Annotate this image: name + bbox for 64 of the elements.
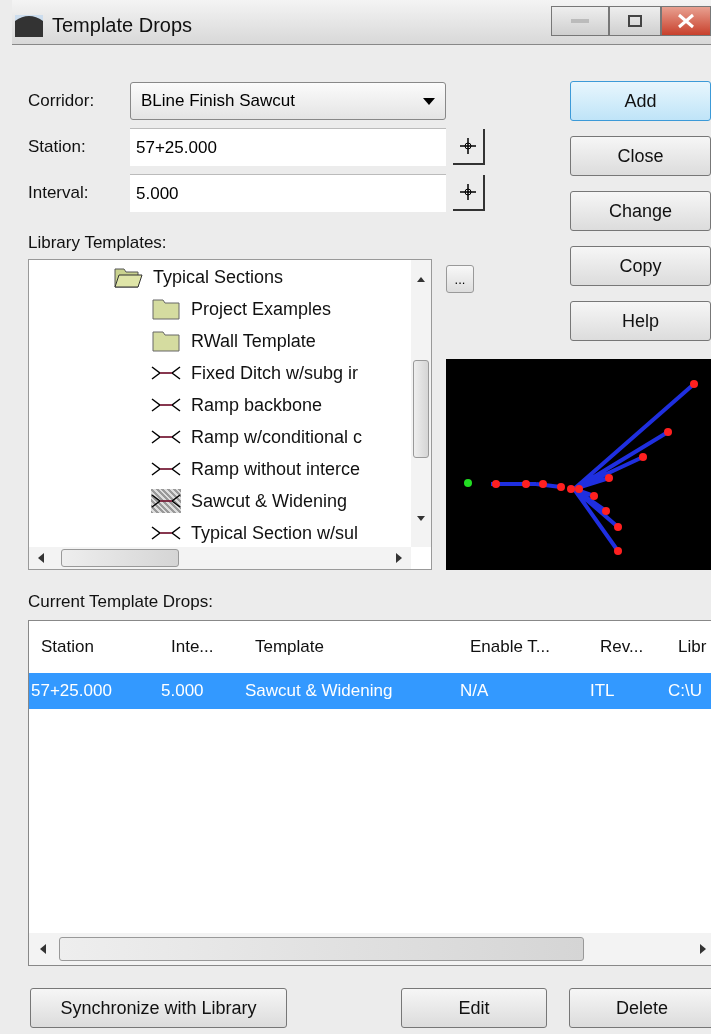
horizontal-scrollbar[interactable] <box>29 547 411 569</box>
crosshair-icon <box>457 135 479 157</box>
scrollbar-thumb[interactable] <box>61 549 179 567</box>
tree-item[interactable]: Fixed Ditch w/subg ir <box>113 357 411 389</box>
dialog-button[interactable]: Change <box>570 191 711 231</box>
dialog-button[interactable]: Close <box>570 136 711 176</box>
column-header[interactable]: Station <box>29 637 159 657</box>
dialog-button[interactable]: Copy <box>570 246 711 286</box>
scroll-right-icon[interactable] <box>699 944 707 954</box>
scroll-left-icon[interactable] <box>37 553 45 563</box>
scrollbar-thumb[interactable] <box>59 937 584 961</box>
field-label: Interval: <box>28 183 90 203</box>
tree-item[interactable]: RWall Template <box>113 325 411 357</box>
browse-button[interactable]: ... <box>446 265 474 293</box>
tree-item[interactable]: Ramp w/conditional c <box>113 421 411 453</box>
table-cell-text: N/A <box>459 681 490 701</box>
table-cell-text: 5.000 <box>160 681 205 701</box>
corridor-dropdown[interactable]: BLine Finish Sawcut <box>130 82 446 120</box>
tree-item[interactable]: Typical Section w/sul <box>113 517 411 547</box>
section-label: Library Templates: <box>28 233 168 253</box>
dialog-button[interactable]: Synchronize with Library <box>30 988 287 1028</box>
folder-icon <box>151 329 181 353</box>
scroll-left-icon[interactable] <box>39 944 47 954</box>
column-header[interactable]: Libr <box>666 637 711 657</box>
open-folder-icon <box>113 265 143 289</box>
pick-button[interactable] <box>453 175 485 211</box>
tree-item[interactable]: Typical Sections <box>113 261 411 293</box>
vertical-scrollbar[interactable] <box>411 260 431 547</box>
interval-field[interactable]: 5.000 <box>130 174 446 212</box>
section-label: Current Template Drops: <box>28 592 214 612</box>
column-header[interactable]: Inte... <box>159 637 243 657</box>
column-header[interactable]: Enable T... <box>458 637 588 657</box>
table-cell-text: ITL <box>589 681 616 701</box>
dialog-button[interactable]: Edit <box>401 988 547 1028</box>
table-cell-text: C:\U <box>667 681 703 701</box>
dialog-button[interactable]: Help <box>570 301 711 341</box>
horizontal-scrollbar[interactable] <box>29 933 711 965</box>
pick-button[interactable] <box>453 129 485 165</box>
field-label: Station: <box>28 137 87 157</box>
column-header[interactable]: Rev... <box>588 637 666 657</box>
tree-item[interactable]: Ramp backbone <box>113 389 411 421</box>
crosshair-icon <box>457 181 479 203</box>
scroll-down-icon[interactable] <box>417 513 425 523</box>
minimize-button[interactable] <box>551 6 609 36</box>
maximize-button[interactable] <box>609 6 661 36</box>
tree-item[interactable]: Project Examples <box>113 293 411 325</box>
close-icon <box>677 13 695 29</box>
dialog-button[interactable]: Add <box>570 81 711 121</box>
folder-icon <box>151 297 181 321</box>
close-window-button[interactable] <box>661 6 711 36</box>
table-cell-text: Sawcut & Widening <box>244 681 394 701</box>
tree-item[interactable]: Sawcut & Widening <box>113 485 411 517</box>
dropdown-arrow-icon <box>423 97 435 105</box>
station-field[interactable]: 57+25.000 <box>130 128 446 166</box>
window-title: Template Drops <box>52 13 193 37</box>
table-cell-text: 57+25.000 <box>30 681 113 701</box>
scrollbar-thumb[interactable] <box>413 360 429 458</box>
minimize-icon <box>571 19 589 23</box>
dialog-button[interactable]: Delete <box>569 988 711 1028</box>
scroll-right-icon[interactable] <box>395 553 403 563</box>
column-header[interactable]: Template <box>243 637 458 657</box>
maximize-icon <box>628 15 642 27</box>
field-label: Corridor: <box>28 91 96 111</box>
tree-item[interactable]: Ramp without interce <box>113 453 411 485</box>
